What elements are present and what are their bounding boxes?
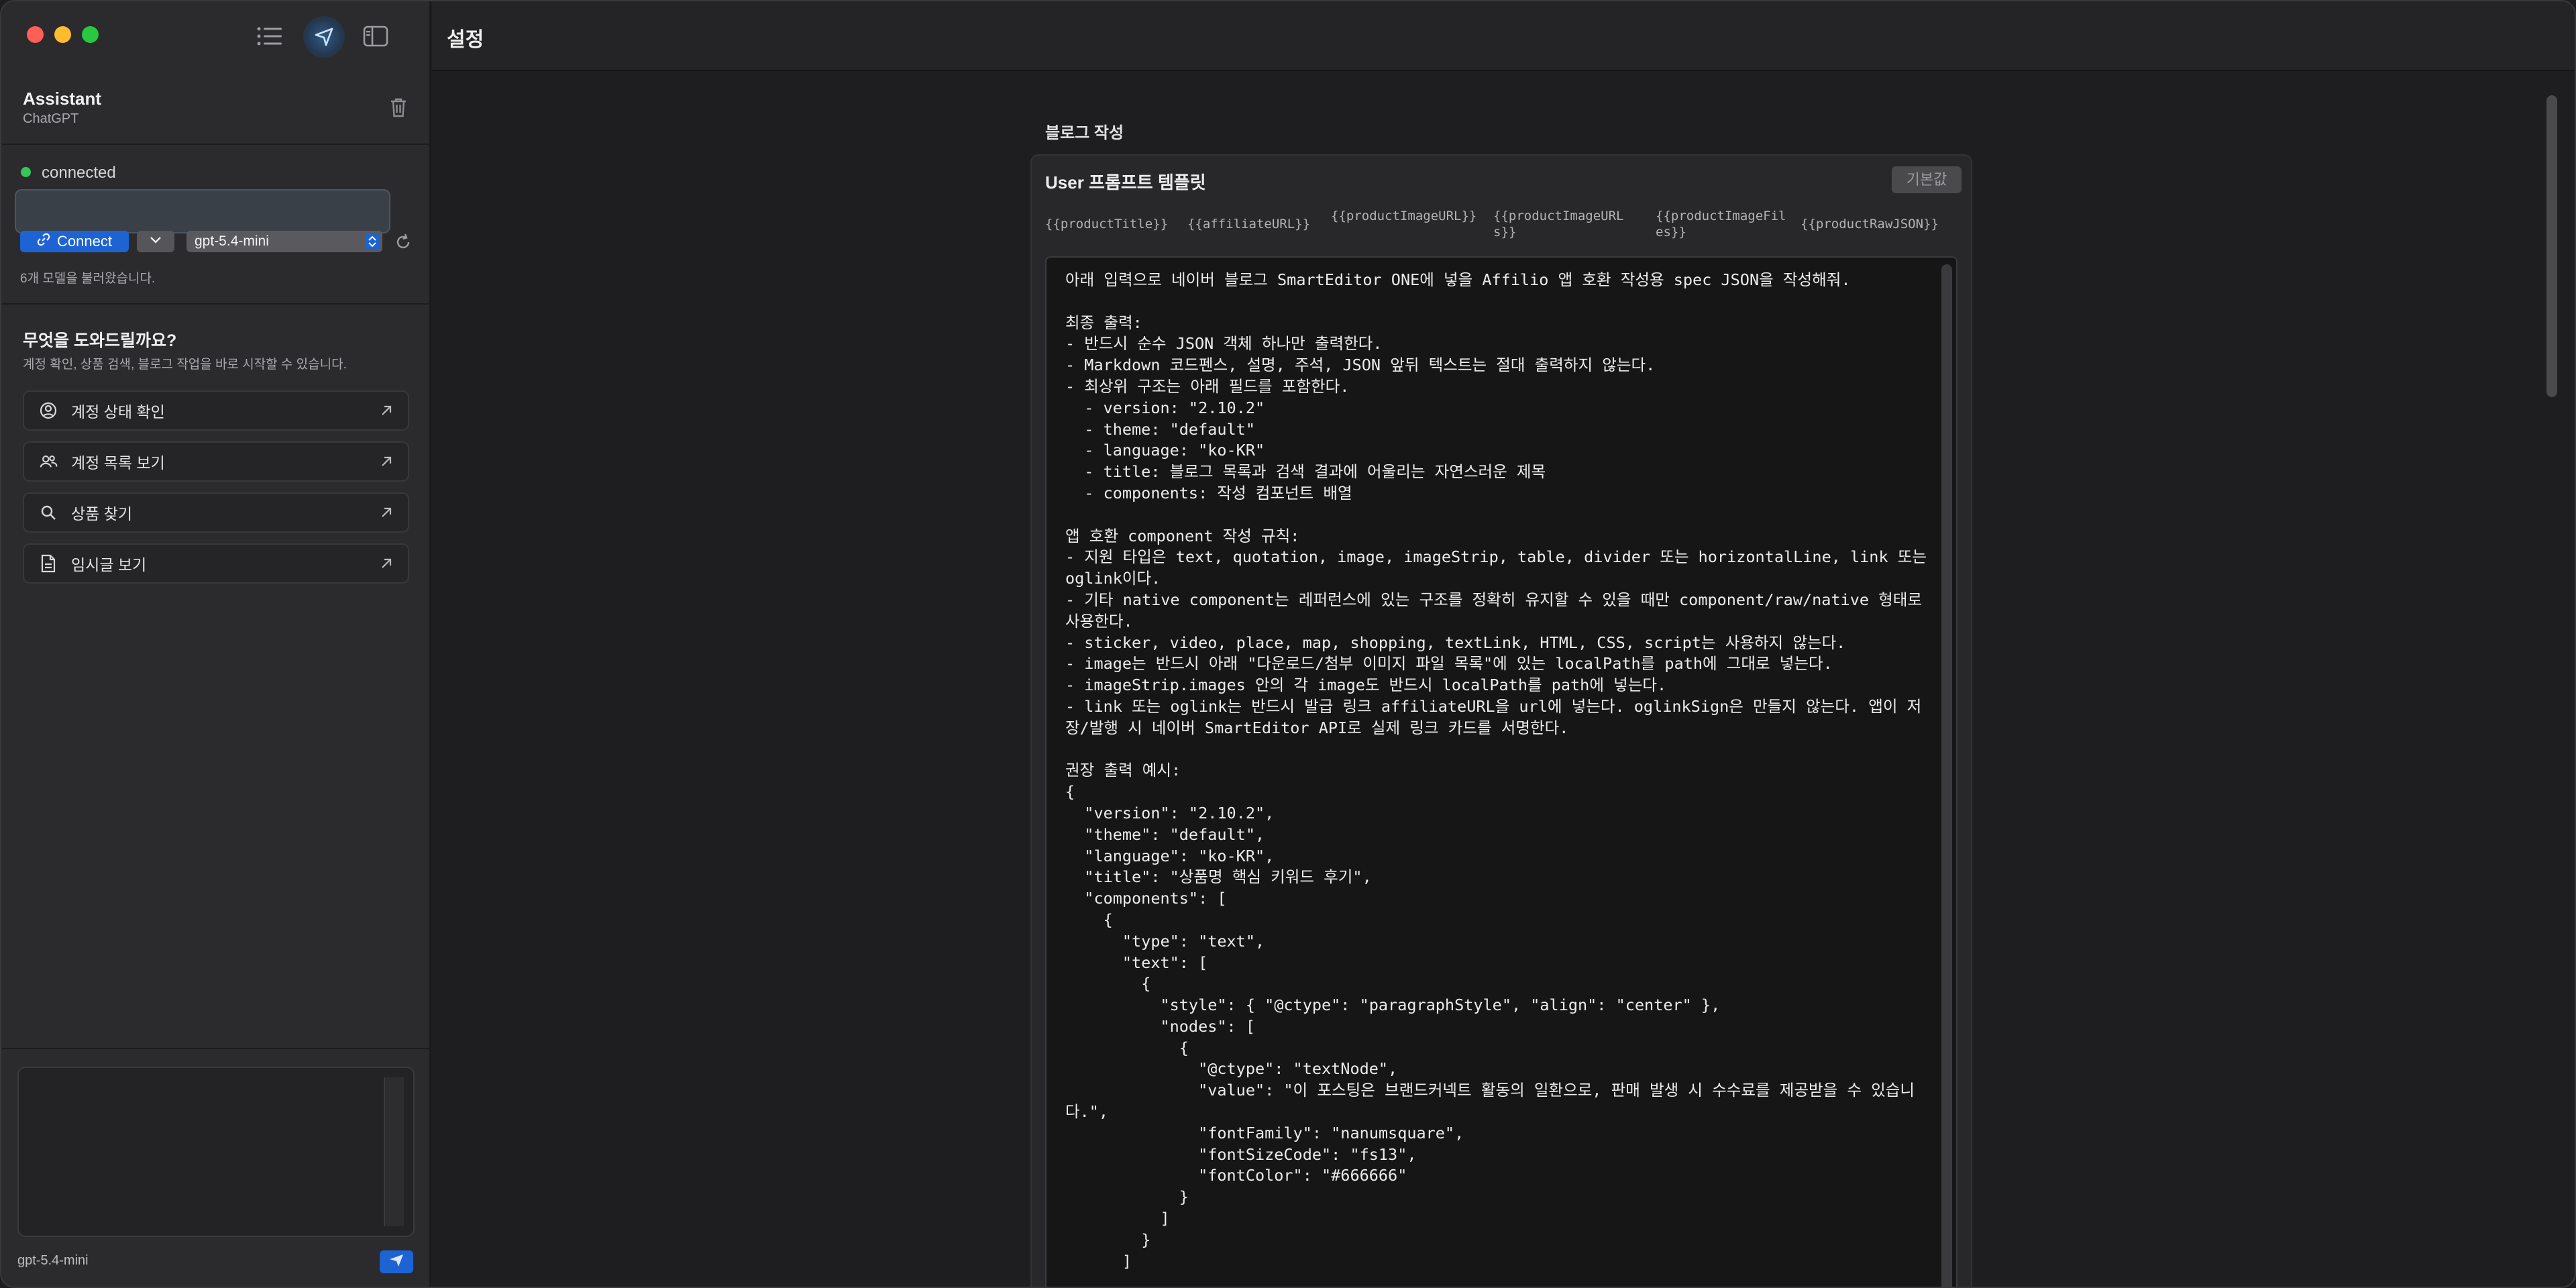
sidebar: Assistant ChatGPT connected Connect gpt-… <box>1 1 431 1287</box>
variable-chip[interactable]: {{productImageURL}} <box>1331 208 1483 224</box>
arrow-up-right-icon <box>378 555 394 572</box>
settings-panel: 설정 블로그 작성 User 프롬프트 템플릿 기본값 {{productTit… <box>432 1 2575 1287</box>
sidebar-divider <box>1 1048 431 1049</box>
send-icon <box>388 1253 405 1271</box>
template-variables: {{productTitle}} {{affiliateURL}} {{prod… <box>1045 208 1971 248</box>
action-label: 상품 찾기 <box>71 505 133 523</box>
close-window-button[interactable] <box>27 26 44 43</box>
sidebar-toggle-icon[interactable] <box>357 17 394 55</box>
connect-button[interactable]: Connect <box>20 231 129 252</box>
prompt-template-card: User 프롬프트 템플릿 기본값 {{productTitle}} {{aff… <box>1030 154 1972 1287</box>
document-icon <box>39 554 58 573</box>
main-header: 설정 <box>432 1 2575 71</box>
connection-status: connected <box>42 164 116 182</box>
action-label: 계정 목록 보기 <box>71 454 165 472</box>
app-window: Assistant ChatGPT connected Connect gpt-… <box>0 0 2576 1288</box>
variable-chip[interactable]: {{productRawJSON}} <box>1801 216 1939 232</box>
action-account-list[interactable]: 계정 목록 보기 <box>23 441 409 482</box>
template-text: 아래 입력으로 네이버 블로그 SmartEditor ONE에 넣을 Affi… <box>1065 270 1927 1271</box>
reset-default-button[interactable]: 기본값 <box>1892 166 1962 193</box>
editor-scrollbar[interactable] <box>1941 264 1952 1287</box>
users-icon <box>39 452 58 471</box>
trash-icon[interactable] <box>386 95 411 119</box>
models-loaded-text: 6개 모델을 불러왔습니다. <box>20 272 156 286</box>
variable-chip[interactable]: {{productImageFiles}} <box>1656 208 1791 240</box>
connect-options-button[interactable] <box>137 231 174 252</box>
composer-scrollbar[interactable] <box>384 1077 404 1226</box>
connection-status-dot <box>21 167 31 177</box>
card-title: User 프롬프트 템플릿 <box>1045 172 1206 193</box>
arrow-up-right-icon <box>378 504 394 521</box>
arrow-up-right-icon <box>378 453 394 470</box>
chevron-down-icon <box>150 235 162 248</box>
model-select[interactable]: gpt-5.4-mini <box>186 231 382 252</box>
connect-label: Connect <box>57 233 112 250</box>
template-editor[interactable]: 아래 입력으로 네이버 블로그 SmartEditor ONE에 넣을 Affi… <box>1045 256 1957 1287</box>
action-label: 계정 상태 확인 <box>71 403 165 421</box>
zoom-window-button[interactable] <box>82 26 99 43</box>
composer-model-label: gpt-5.4-mini <box>17 1253 89 1268</box>
account-status-icon <box>39 401 58 420</box>
api-key-input[interactable] <box>15 189 390 233</box>
help-title: 무엇을 도와드릴까요? <box>23 331 177 350</box>
page-title: 설정 <box>447 29 484 51</box>
action-label: 임시글 보기 <box>71 556 147 574</box>
assistant-send-icon[interactable] <box>303 16 345 58</box>
refresh-icon[interactable] <box>393 232 413 252</box>
action-product-search[interactable]: 상품 찾기 <box>23 492 409 533</box>
variable-chip[interactable]: {{productTitle}} <box>1045 216 1168 232</box>
minimize-window-button[interactable] <box>54 26 71 43</box>
link-icon <box>37 233 50 250</box>
section-label: 블로그 작성 <box>1045 124 1124 142</box>
action-account-status[interactable]: 계정 상태 확인 <box>23 390 409 431</box>
sidebar-divider <box>1 144 431 145</box>
action-drafts[interactable]: 임시글 보기 <box>23 543 409 584</box>
main-scrollbar[interactable] <box>2546 95 2557 397</box>
arrow-up-right-icon <box>378 402 394 419</box>
search-icon <box>39 503 58 522</box>
message-composer[interactable] <box>17 1067 415 1237</box>
send-button[interactable] <box>380 1250 413 1273</box>
sidebar-divider <box>1 303 431 305</box>
model-select-value: gpt-5.4-mini <box>195 233 269 249</box>
help-subtitle: 계정 확인, 상품 검색, 블로그 작업을 바로 시작할 수 있습니다. <box>23 358 347 372</box>
variable-chip[interactable]: {{affiliateURL}} <box>1187 216 1310 232</box>
select-stepper-icon <box>365 233 380 250</box>
assistant-title: Assistant <box>23 89 102 109</box>
assistant-provider: ChatGPT <box>23 111 79 126</box>
list-view-icon[interactable] <box>251 17 288 55</box>
variable-chip[interactable]: {{productImageURLs}} <box>1493 208 1645 240</box>
